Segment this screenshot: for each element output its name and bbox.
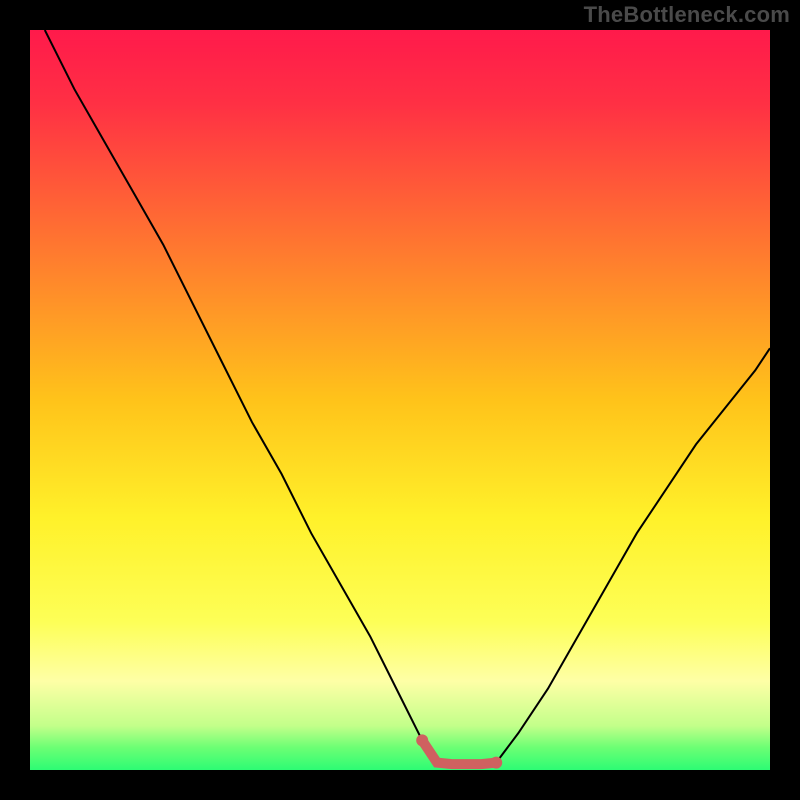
curve-layer — [30, 30, 770, 770]
plot-area — [30, 30, 770, 770]
chart-frame: TheBottleneck.com — [0, 0, 800, 800]
highlight-min-segment — [422, 740, 496, 764]
watermark-text: TheBottleneck.com — [584, 2, 790, 28]
highlight-endpoint-left — [416, 734, 428, 746]
bottleneck-curve — [45, 30, 770, 764]
highlight-endpoint-right — [490, 757, 502, 769]
